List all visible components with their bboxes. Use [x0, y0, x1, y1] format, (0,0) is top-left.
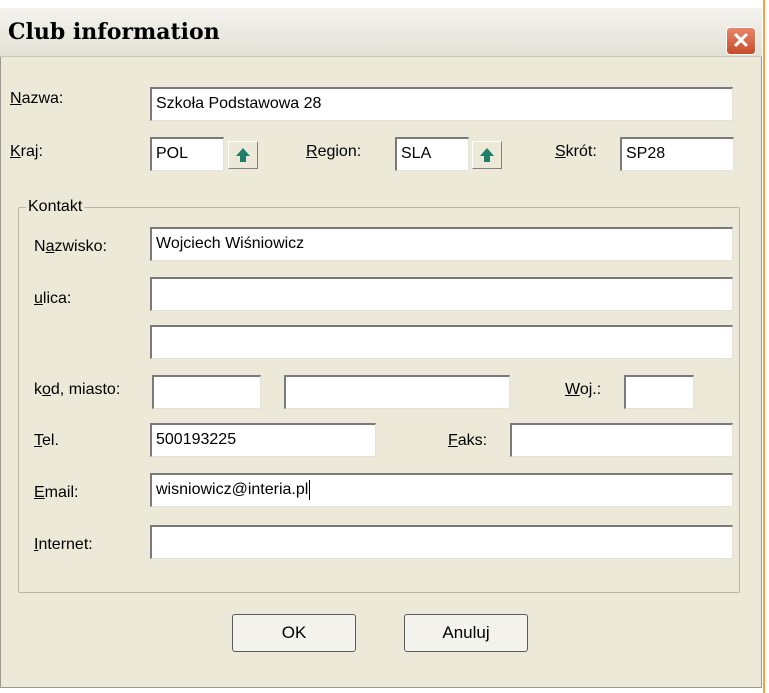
region-label: Region: — [306, 143, 362, 160]
up-arrow-icon — [236, 148, 250, 162]
region-field[interactable]: SLA — [395, 137, 469, 171]
window-edge — [763, 0, 765, 693]
close-button[interactable]: ✕ — [726, 27, 756, 55]
nazwisko-field[interactable]: Wojciech Wiśniowicz — [150, 227, 733, 261]
ulica-label: ulica: — [34, 290, 72, 307]
kraj-label: Kraj: — [10, 143, 43, 160]
ok-button[interactable]: OK — [232, 614, 356, 652]
skrot-label: Skrót: — [555, 143, 597, 160]
cancel-button[interactable]: Anuluj — [404, 614, 528, 652]
tel-field[interactable]: 500193225 — [150, 423, 376, 457]
miasto-field[interactable] — [284, 375, 510, 409]
woj-label: Woj.: — [565, 381, 602, 398]
nazwa-label: Nazwa: — [10, 90, 64, 107]
tel-label: Tel. — [34, 432, 59, 449]
internet-label: Internet: — [34, 536, 93, 553]
internet-field[interactable] — [150, 525, 733, 559]
ulica-field-2[interactable] — [150, 325, 733, 359]
nazwisko-label: Nazwisko: — [34, 238, 107, 255]
email-label: Email: — [34, 484, 79, 501]
email-field[interactable]: wisniowicz@interia.pl — [150, 473, 733, 507]
title-bar: Club information ✕ — [0, 8, 762, 57]
kod-field[interactable] — [152, 375, 261, 409]
up-arrow-icon — [480, 148, 494, 162]
kontakt-legend: Kontakt — [26, 198, 85, 216]
region-lookup-button[interactable] — [472, 141, 502, 169]
window-title: Club information — [8, 19, 220, 45]
ulica-field-1[interactable] — [150, 277, 733, 311]
faks-field[interactable] — [510, 423, 733, 457]
nazwa-field[interactable]: Szkoła Podstawowa 28 — [150, 87, 733, 121]
kod-miasto-label: kod, miasto: — [34, 381, 121, 398]
text-caret — [309, 479, 311, 500]
woj-field[interactable] — [624, 375, 694, 409]
skrot-field[interactable]: SP28 — [620, 137, 734, 171]
faks-label: Faks: — [448, 432, 488, 449]
kraj-lookup-button[interactable] — [228, 141, 258, 169]
kraj-field[interactable]: POL — [150, 137, 224, 171]
close-icon: ✕ — [731, 28, 751, 53]
email-value: wisniowicz@interia.pl — [156, 481, 309, 498]
